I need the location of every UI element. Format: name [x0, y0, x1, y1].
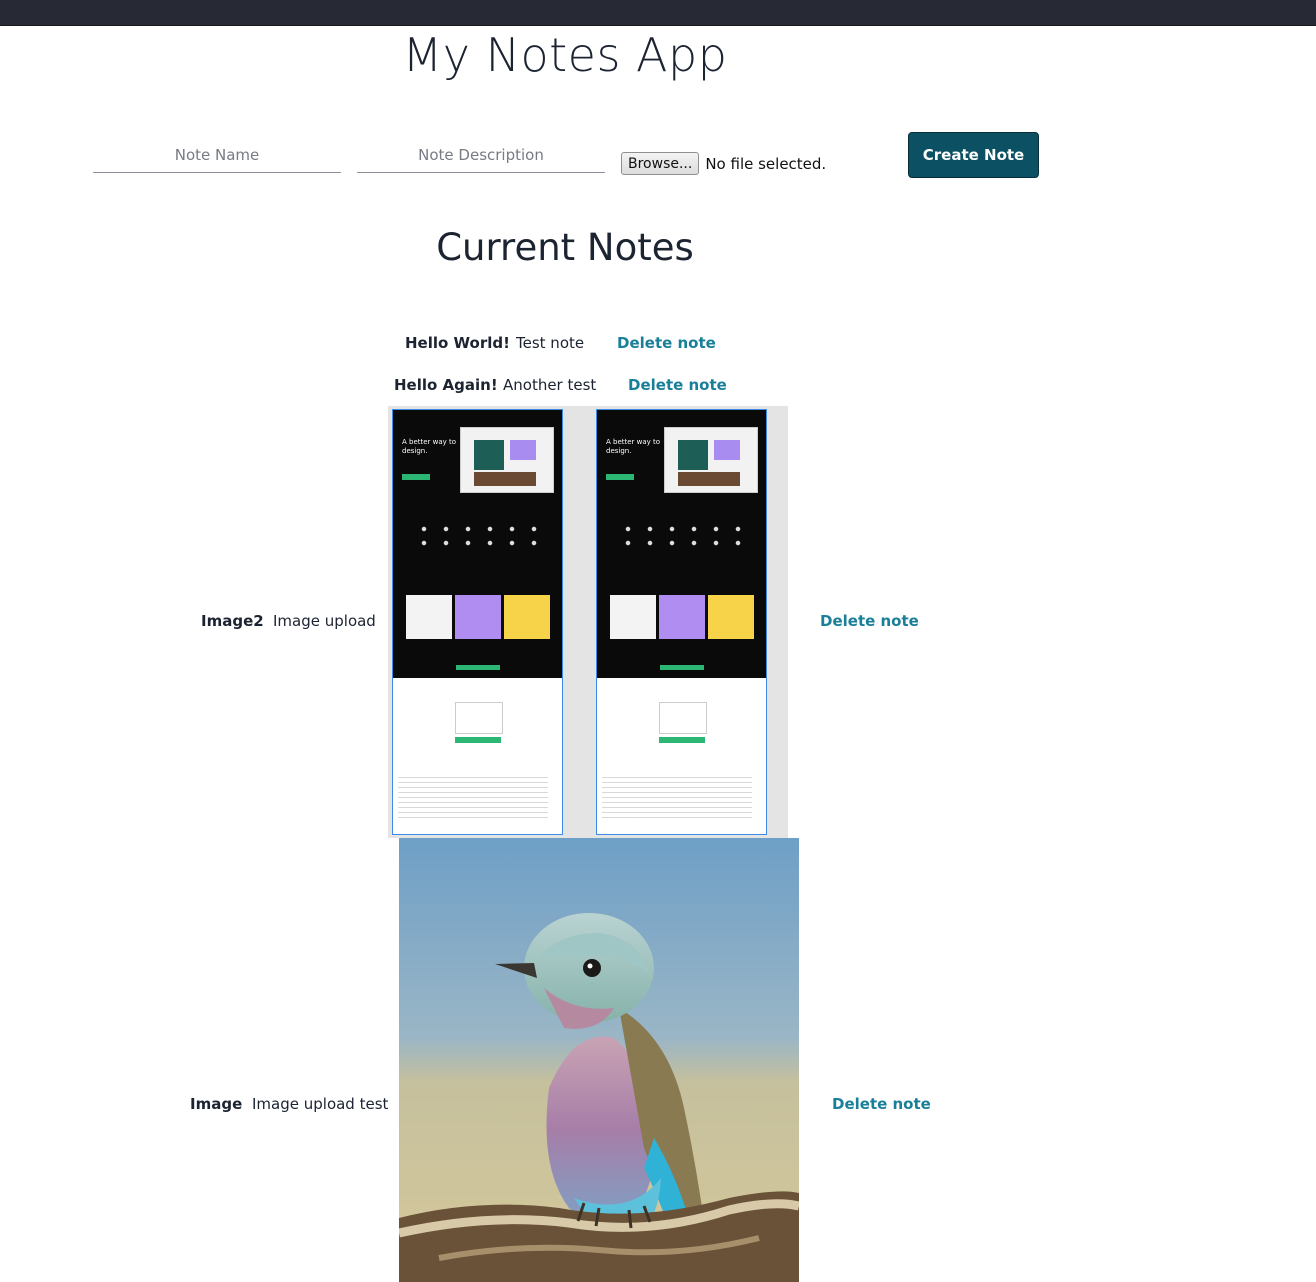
mockup-tile — [708, 595, 754, 639]
mockup-cta — [402, 474, 430, 480]
figma-mockup-screenshot: A better way to design. — [392, 409, 563, 835]
mockup-signup-button — [455, 737, 501, 743]
app-title: My Notes App — [402, 28, 728, 82]
mockup-button — [456, 665, 500, 670]
note-description-input[interactable] — [357, 138, 605, 173]
note-name-input[interactable] — [93, 138, 341, 173]
mockup-hero-section: A better way to design. — [597, 410, 766, 678]
note-description: Another test — [503, 376, 597, 394]
mockup-tile — [659, 595, 705, 639]
mockup-button — [660, 665, 704, 670]
delete-note-link[interactable]: Delete note — [832, 1095, 931, 1113]
mockup-logo-grid — [413, 522, 543, 550]
note-name: Hello World! — [405, 334, 510, 352]
mockup-hero-section: A better way to design. — [393, 410, 562, 678]
mockup-footer — [398, 777, 548, 821]
note-image-bird — [399, 838, 799, 1282]
mockup-tile — [455, 595, 501, 639]
mockup-signup-form — [455, 702, 503, 734]
note-description: Image upload test — [252, 1095, 389, 1113]
mockup-signup-button — [659, 737, 705, 743]
note-description: Image upload — [273, 612, 376, 630]
mockup-footer — [602, 777, 752, 821]
file-input: Browse... No file selected. — [621, 152, 826, 175]
mockup-headline: A better way to design. — [402, 438, 457, 455]
current-notes-heading: Current Notes — [436, 226, 694, 269]
mockup-tile — [504, 595, 550, 639]
delete-note-link[interactable]: Delete note — [628, 376, 727, 394]
browse-button[interactable]: Browse... — [621, 152, 700, 175]
delete-note-link[interactable]: Delete note — [617, 334, 716, 352]
figma-mockup-screenshot: A better way to design. — [596, 409, 767, 835]
create-note-button[interactable]: Create Note — [908, 132, 1039, 178]
browser-top-bar — [0, 0, 1316, 26]
mockup-hero-card — [664, 427, 758, 493]
mockup-tile — [406, 595, 452, 639]
mockup-logo-grid — [617, 522, 747, 550]
note-name: Image — [190, 1095, 243, 1113]
mockup-hero-card — [460, 427, 554, 493]
delete-note-link[interactable]: Delete note — [820, 612, 919, 630]
mockup-cta — [606, 474, 634, 480]
note-name: Image2 — [201, 612, 264, 630]
note-name: Hello Again! — [394, 376, 498, 394]
mockup-tile — [610, 595, 656, 639]
note-description: Test note — [516, 334, 585, 352]
file-status-label: No file selected. — [705, 154, 827, 173]
mockup-headline: A better way to design. — [606, 438, 661, 455]
mockup-signup-form — [659, 702, 707, 734]
